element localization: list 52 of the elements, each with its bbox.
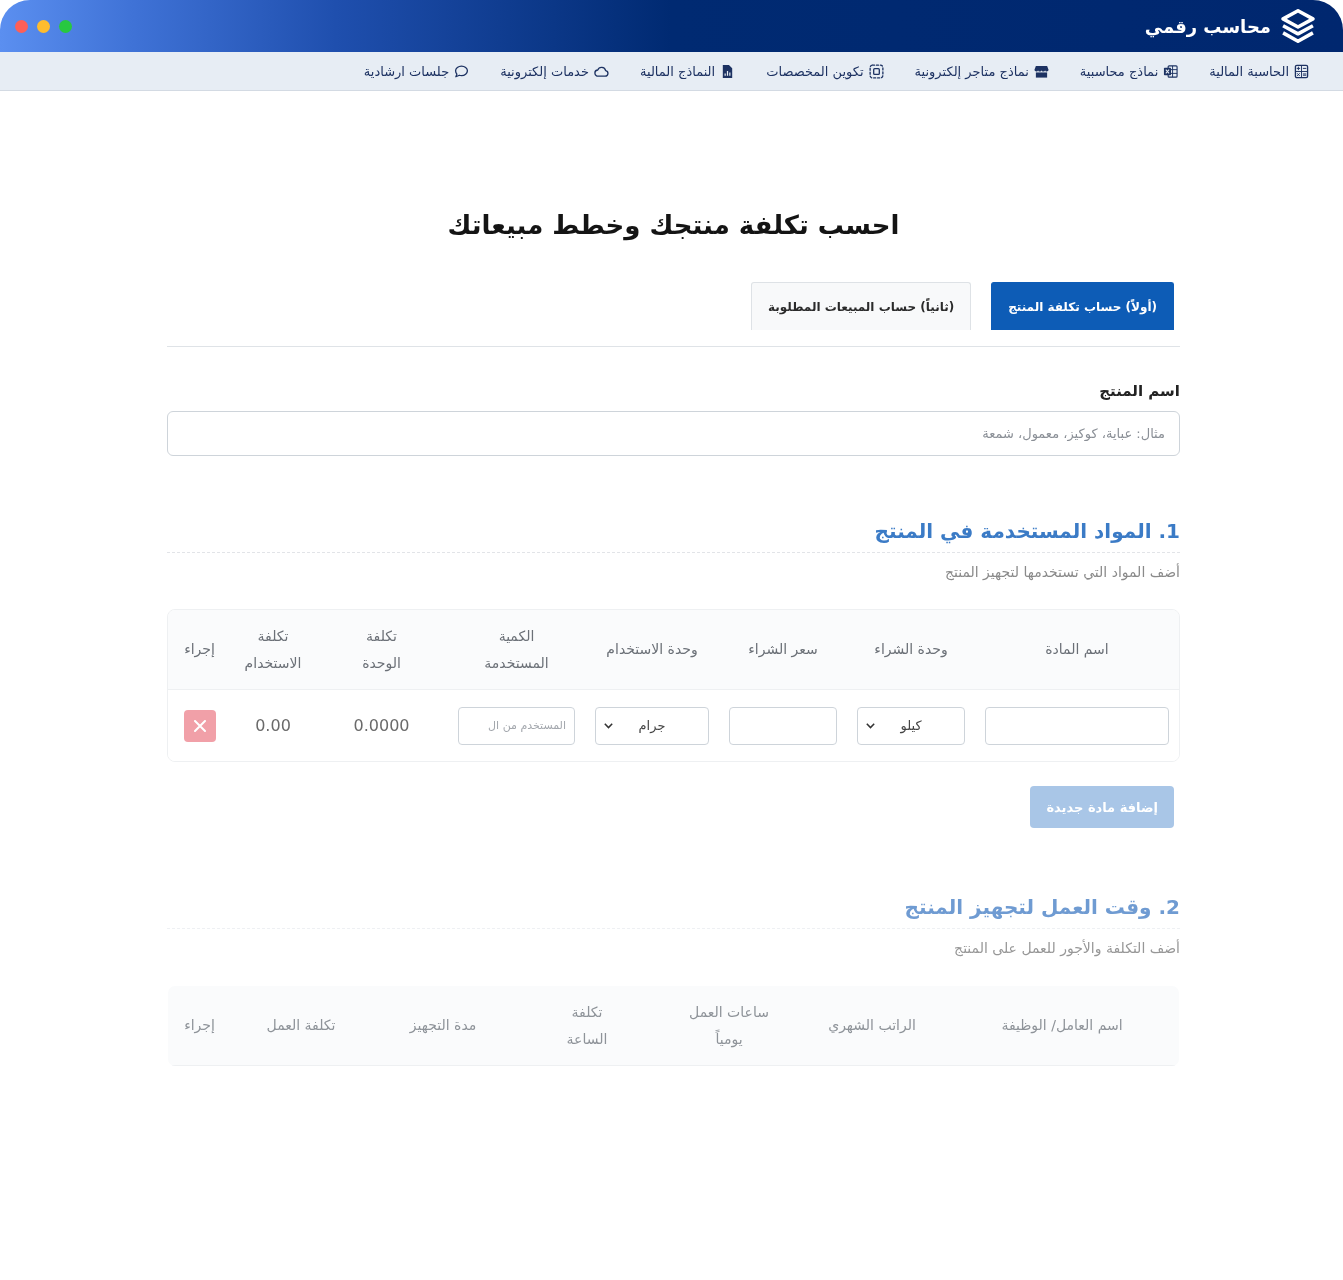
- column-header: إجراء: [184, 1016, 215, 1036]
- column-header: مدة التجهيز: [409, 1016, 477, 1036]
- page-title: احسب تكلفة منتجك وخطط مبيعاتك: [446, 209, 901, 243]
- section-title: 2. وقت العمل لتجهيز المنتج: [167, 892, 1180, 929]
- section-subtitle: أضف التكلفة والأجور للعمل على المنتج: [953, 938, 1180, 959]
- dashed-square-icon: [868, 63, 884, 79]
- chevron-down-icon: [604, 722, 613, 729]
- maximize-button[interactable]: [59, 19, 72, 33]
- close-button[interactable]: [15, 19, 28, 33]
- column-header: سعر الشراء: [748, 640, 818, 660]
- nav-link[interactable]: جلسات ارشادية: [363, 63, 470, 79]
- calculator-icon: [1294, 63, 1309, 79]
- close-icon: [193, 719, 206, 732]
- nav-link[interactable]: الحاسبة المالية: [1209, 63, 1309, 79]
- table-input-field[interactable]: المستخدم من ال: [458, 706, 575, 745]
- chevron-down-icon: [866, 722, 875, 729]
- nav-link[interactable]: نماذج متاجر إلكترونية: [914, 63, 1049, 79]
- table-cell: 0.0000: [353, 716, 410, 735]
- table-input-field[interactable]: [985, 706, 1169, 745]
- minimize-button[interactable]: [37, 19, 50, 33]
- column-header: وحدة الشراء: [874, 640, 948, 660]
- table-input-field[interactable]: [729, 706, 837, 745]
- column-header: وحدة الاستخدام: [606, 640, 698, 660]
- column-header: الراتب الشهري: [828, 1016, 916, 1036]
- tab[interactable]: (أولاً) حساب تكلفة المنتج: [991, 282, 1174, 330]
- nav-link[interactable]: تكوين المخصصات: [766, 63, 884, 79]
- column-header: إجراء: [184, 640, 215, 660]
- unit-select[interactable]: جرام: [595, 706, 709, 745]
- column-header: تكلفة العمل: [266, 1016, 336, 1035]
- column-header: تكلفة الوحدة: [362, 626, 401, 674]
- column-header: تكلفة الساعة: [566, 1002, 608, 1049]
- spreadsheet-icon: [1163, 63, 1179, 79]
- section-title: 1. المواد المستخدمة في المنتج: [167, 516, 1180, 553]
- delete-row-button[interactable]: [183, 709, 216, 742]
- table-cell: 0.00: [255, 716, 291, 735]
- tab[interactable]: (ثانياً) حساب المبيعات المطلوبة: [750, 282, 972, 330]
- section-subtitle: أضف المواد التي تستخدمها لتجهيز المنتج: [943, 562, 1180, 583]
- nav-link[interactable]: النماذج المالية: [640, 63, 736, 79]
- column-header: اسم العامل/ الوظيفة: [1001, 1016, 1123, 1036]
- column-header: ساعات العمل يومياً: [688, 1002, 770, 1050]
- field-label: اسم المنتج: [1098, 381, 1180, 402]
- product-name-input[interactable]: مثال: عباية، كوكيز، معمول، شمعة: [167, 411, 1180, 456]
- unit-select[interactable]: كيلو: [857, 706, 965, 745]
- nav-link[interactable]: نماذج محاسبية: [1079, 63, 1179, 79]
- column-header: الكمية المستخدمة: [484, 626, 549, 673]
- chat-bubble-icon: [454, 63, 470, 79]
- app-title: محاسب رقمي: [1144, 15, 1271, 37]
- column-header: اسم المادة: [1045, 640, 1109, 660]
- nav-link[interactable]: خدمات إلكترونية: [500, 63, 609, 79]
- logo-icon: [1281, 9, 1315, 43]
- store-icon: [1033, 63, 1049, 79]
- column-header: تكلفة الاستخدام: [244, 626, 302, 673]
